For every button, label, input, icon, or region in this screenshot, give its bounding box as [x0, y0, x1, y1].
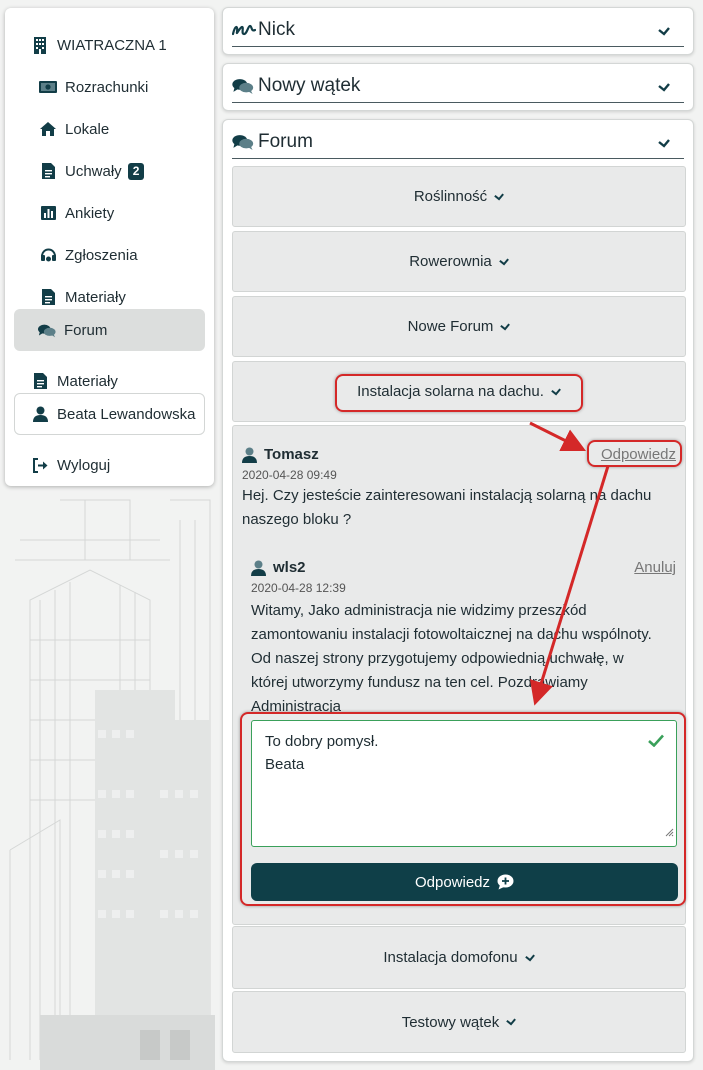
- document-icon: [31, 372, 49, 390]
- new-thread-panel: Nowy wątek: [222, 63, 694, 111]
- sidebar-item-forum[interactable]: Forum: [14, 309, 205, 351]
- new-thread-panel-header[interactable]: Nowy wątek: [232, 70, 684, 103]
- cancel-link[interactable]: Anuluj: [634, 559, 676, 576]
- sidebar-item-zgloszenia[interactable]: Zgłoszenia: [39, 234, 138, 276]
- sidebar-building[interactable]: WIATRACZNA 1: [31, 24, 167, 66]
- reply-body-line: zamontowaniu instalacji fotowoltaicznej …: [251, 626, 652, 643]
- thread-title: Instalacja solarna na dachu.: [357, 383, 544, 400]
- sidebar-item-label: Ankiety: [65, 204, 115, 222]
- sidebar-logout[interactable]: Wyloguj: [31, 444, 110, 486]
- money-icon: [39, 78, 57, 96]
- panel-title: Nick: [258, 19, 295, 40]
- thread-roslinnosc[interactable]: Roślinność: [232, 166, 686, 227]
- thread-nowe-forum[interactable]: Nowe Forum: [232, 296, 686, 357]
- thread-instalacja-domofonu[interactable]: Instalacja domofonu: [232, 926, 686, 989]
- user-icon: [251, 560, 266, 576]
- chevron-down-icon: [500, 322, 511, 331]
- thread-instalacja-solarna[interactable]: Instalacja solarna na dachu.: [232, 361, 686, 422]
- chevron-down-icon[interactable]: [658, 135, 670, 152]
- sidebar-item-ankiety[interactable]: Ankiety: [39, 192, 114, 234]
- sidebar-item-lokale[interactable]: Lokale: [39, 108, 109, 150]
- sidebar-item-uchwaly[interactable]: Uchwały 2: [39, 150, 145, 192]
- user-icon: [242, 447, 257, 463]
- nick-panel: Nick: [222, 7, 694, 55]
- building-icon: [31, 36, 49, 54]
- sidebar-item-label: Forum: [64, 321, 108, 339]
- reply-header: wls2: [251, 559, 306, 576]
- home-icon: [39, 120, 57, 138]
- reply-body-line: Administracja: [251, 698, 342, 715]
- post-body-line: Hej. Czy jesteście zainteresowani instal…: [242, 487, 652, 504]
- chevron-down-icon[interactable]: [658, 79, 670, 96]
- thread-posts: Tomasz Odpowiedz 2020-04-28 09:49 Hej. C…: [232, 425, 686, 925]
- nick-panel-header[interactable]: Nick: [232, 14, 684, 47]
- chevron-down-icon[interactable]: [658, 23, 670, 40]
- post-body-line: naszego bloku ?: [242, 511, 352, 528]
- thread-title: Instalacja domofonu: [383, 949, 518, 966]
- post-body: Hej. Czy jesteście zainteresowani instal…: [242, 484, 682, 532]
- chevron-down-icon: [498, 257, 509, 266]
- sidebar: WIATRACZNA 1 Rozrachunki Lokale Uchwały …: [5, 8, 214, 486]
- reply-body-line: Witamy, Jako administracja nie widzimy p…: [251, 602, 587, 619]
- panel-title: Nowy wątek: [258, 75, 361, 96]
- reply-date: 2020-04-28 12:39: [251, 581, 346, 595]
- document-icon: [39, 162, 57, 180]
- signature-icon: [232, 23, 258, 37]
- uchwaly-count-badge: 2: [127, 162, 145, 180]
- forum-panel: Forum Roślinność Rowerownia Nowe Forum I…: [222, 119, 694, 1062]
- sidebar-item-label: Zgłoszenia: [65, 246, 138, 264]
- bar-chart-icon: [39, 204, 57, 222]
- sidebar-item-label: Materiały: [57, 372, 118, 390]
- reply-body-line: której utworzymy fundusz na ten cel. Poz…: [251, 674, 588, 691]
- post-author: Tomasz: [264, 446, 319, 463]
- submit-reply-label: Odpowiedz: [414, 873, 491, 891]
- headset-icon: [39, 246, 57, 264]
- check-icon: [648, 731, 664, 754]
- forum-panel-header[interactable]: Forum: [232, 126, 684, 159]
- user-icon: [31, 405, 49, 423]
- sidebar-user[interactable]: Beata Lewandowska: [14, 393, 205, 435]
- sidebar-item-label: Materiały: [65, 288, 126, 306]
- thread-title: Roślinność: [413, 188, 488, 205]
- comment-plus-icon: [497, 874, 514, 890]
- post-date: 2020-04-28 09:49: [242, 468, 337, 482]
- sidebar-item-rozrachunki[interactable]: Rozrachunki: [39, 66, 148, 108]
- sidebar-item-label: Rozrachunki: [65, 78, 149, 96]
- sidebar-item-label: Uchwały: [65, 162, 122, 180]
- thread-title: Testowy wątek: [401, 1013, 500, 1031]
- sidebar-logout-label: Wyloguj: [57, 456, 111, 474]
- reply-body: Witamy, Jako administracja nie widzimy p…: [251, 599, 683, 719]
- reply-body-line: Od naszej strony przygotujemy odpowiedni…: [251, 650, 624, 667]
- thread-title: Nowe Forum: [407, 318, 494, 335]
- resize-handle-icon[interactable]: [664, 821, 674, 844]
- comments-icon: [232, 134, 258, 150]
- submit-reply-button[interactable]: Odpowiedz: [251, 863, 678, 901]
- chevron-down-icon: [506, 1018, 517, 1026]
- document-icon: [39, 288, 57, 306]
- logout-icon: [31, 456, 49, 474]
- textarea-line: Beata: [265, 756, 305, 773]
- sidebar-item-label: Lokale: [65, 120, 110, 138]
- chevron-down-icon: [551, 387, 561, 396]
- comments-icon: [38, 321, 56, 339]
- chevron-down-icon: [494, 192, 505, 201]
- panel-title: Forum: [258, 131, 313, 152]
- reply-textarea[interactable]: To dobry pomysł. Beata: [251, 720, 677, 847]
- thread-title: Rowerownia: [409, 253, 492, 270]
- comments-icon: [232, 78, 258, 94]
- thread-rowerownia[interactable]: Rowerownia: [232, 231, 686, 292]
- post-header: Tomasz: [242, 446, 319, 463]
- reply-author: wls2: [273, 559, 306, 576]
- chevron-down-icon: [524, 953, 535, 962]
- sidebar-user-name: Beata Lewandowska: [57, 405, 196, 423]
- thread-testowy-watek[interactable]: Testowy wątek: [232, 991, 686, 1053]
- sidebar-building-label: WIATRACZNA 1: [57, 36, 167, 54]
- textarea-line: To dobry pomysł.: [265, 733, 379, 750]
- reply-link[interactable]: Odpowiedz: [601, 446, 676, 463]
